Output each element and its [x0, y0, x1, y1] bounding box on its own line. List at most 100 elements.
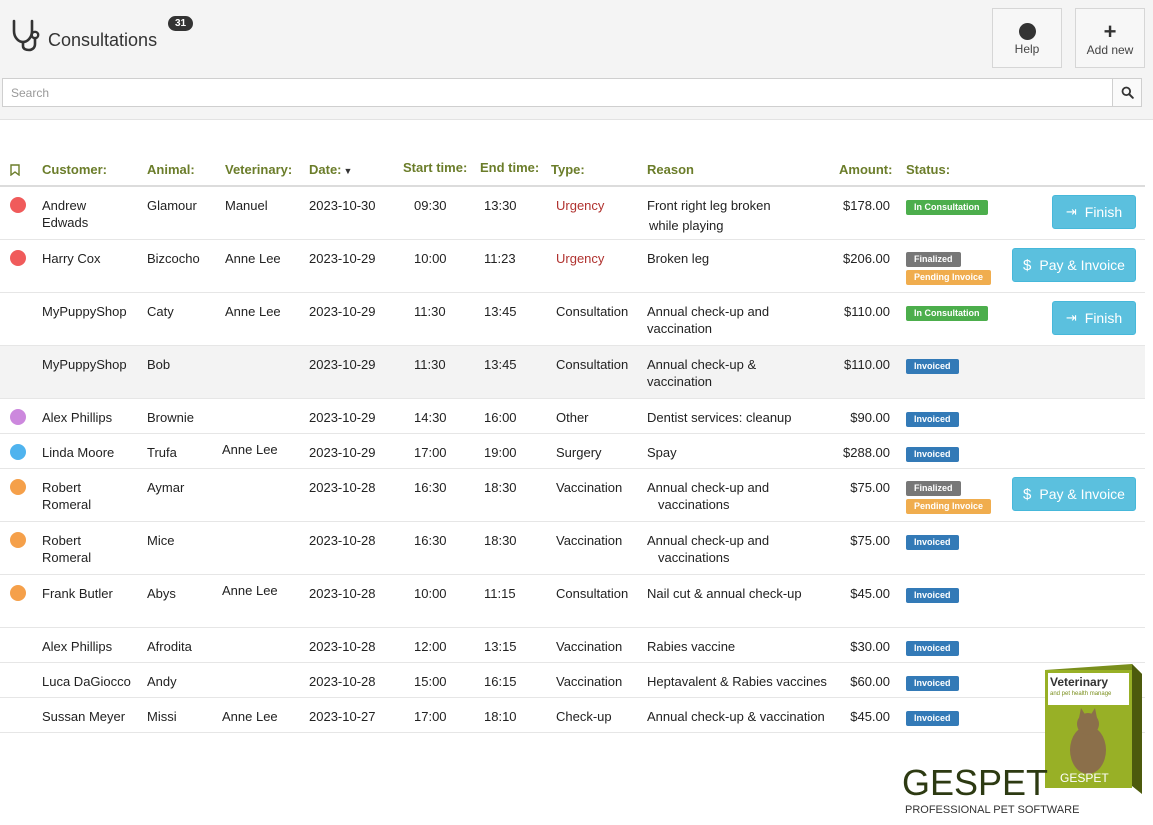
table-row[interactable]: Alex Phillips Afrodita 2023-10-28 12:00 13:1…	[0, 628, 1145, 663]
animal-cell: Caty	[147, 304, 174, 319]
end-time-cell: 13:45	[484, 304, 517, 319]
reason-line: Annual check-up & vaccination	[647, 709, 825, 724]
col-veterinary[interactable]: Veterinary:	[225, 162, 292, 177]
type-cell: Surgery	[556, 445, 602, 460]
color-dot	[10, 585, 26, 601]
veterinary-cell: Anne Lee	[222, 442, 278, 457]
sign-out-icon: ⇥	[1065, 310, 1077, 325]
table-row[interactable]: MyPuppyShop Bob 2023-10-29 11:30 13:45 Consul…	[0, 346, 1145, 399]
animal-cell: Mice	[147, 533, 175, 548]
color-dot	[10, 444, 26, 460]
animal-cell: Aymar	[147, 480, 185, 495]
reason-line: Annual check-up and	[647, 533, 770, 548]
table-row[interactable]: Robert Romeral Aymar 2023-10-28 16:30 18:30 Va…	[0, 469, 1145, 522]
type-cell: Other	[556, 410, 589, 425]
date-cell: 2023-10-30	[309, 198, 376, 213]
reason-cell: Rabies vaccine	[647, 638, 735, 655]
pay-invoice-button[interactable]: $ Pay & Invoice	[1012, 248, 1136, 282]
col-amount[interactable]: Amount:	[839, 162, 892, 177]
customer-cell: Linda Moore	[42, 444, 114, 461]
col-status[interactable]: Status:	[906, 162, 950, 177]
animal-cell: Missi	[147, 709, 177, 724]
reason-line: Nail cut & annual check-up	[647, 586, 802, 601]
stethoscope-icon	[12, 19, 40, 52]
amount-cell: $288.00	[843, 445, 890, 460]
table-row[interactable]: Frank Butler Abys Anne Lee 2023-10-28 10:00 1…	[0, 575, 1145, 628]
search-input[interactable]	[2, 78, 1113, 107]
col-type[interactable]: Type:	[551, 162, 585, 177]
col-date[interactable]: Date: ▼	[309, 162, 352, 177]
amount-cell: $110.00	[843, 357, 890, 372]
search-button[interactable]	[1112, 78, 1142, 107]
table-row[interactable]: Linda Moore Trufa Anne Lee 2023-10-29 17:00 1…	[0, 434, 1145, 469]
customer-cell: Alex Phillips	[42, 409, 112, 426]
customer-cell: Alex Phillips	[42, 638, 112, 655]
customer-name-line: Romeral	[42, 550, 92, 565]
customer-cell: MyPuppyShop	[42, 303, 127, 320]
reason-cell: Broken leg	[647, 250, 709, 267]
amount-cell: $110.00	[843, 304, 890, 319]
finish-button[interactable]: ⇥ Finish	[1052, 301, 1136, 335]
customer-name-line: MyPuppyShop	[42, 357, 127, 372]
amount-cell: $60.00	[850, 674, 890, 689]
status-badge: Finalized	[906, 252, 961, 267]
reason-cell: Annual check-up and vaccination	[647, 303, 769, 337]
reason-cell: Front right leg broken while playing	[647, 197, 771, 234]
customer-name-line: Sussan Meyer	[42, 709, 126, 724]
start-time-cell: 14:30	[414, 410, 447, 425]
reason-line: Annual check-up and	[647, 480, 770, 495]
col-start-time[interactable]: Start time:	[403, 160, 467, 175]
dollar-icon: $	[1023, 485, 1032, 503]
box-subtitle: and pet health manage	[1050, 691, 1112, 697]
col-end-time[interactable]: End time:	[480, 160, 539, 175]
action-label: Finish	[1084, 310, 1123, 326]
sign-out-icon: ⇥	[1065, 204, 1077, 219]
status-badge: Invoiced	[906, 447, 959, 462]
help-label: Help	[1014, 42, 1040, 56]
end-time-cell: 13:30	[484, 198, 517, 213]
col-animal[interactable]: Animal:	[147, 162, 195, 177]
type-cell: Consultation	[556, 357, 629, 372]
date-cell: 2023-10-28	[309, 533, 376, 548]
customer-cell: MyPuppyShop	[42, 356, 127, 373]
date-cell: 2023-10-29	[309, 304, 376, 319]
reason-cell: Nail cut & annual check-up	[647, 585, 802, 602]
bookmark-icon[interactable]	[10, 164, 20, 176]
type-cell: Consultation	[556, 586, 629, 601]
amount-cell: $45.00	[850, 709, 890, 724]
amount-cell: $30.00	[850, 639, 890, 654]
end-time-cell: 16:15	[484, 674, 517, 689]
start-time-cell: 11:30	[414, 357, 446, 372]
customer-name-line: Edwads	[42, 215, 89, 230]
type-cell: Vaccination	[556, 480, 623, 495]
start-time-cell: 10:00	[414, 586, 447, 601]
customer-cell: Sussan Meyer	[42, 708, 125, 725]
col-reason[interactable]: Reason	[647, 162, 694, 177]
customer-name-line: Luca DaGiocco	[42, 674, 131, 689]
add-new-button[interactable]: + Add new	[1075, 8, 1145, 68]
sort-down-icon: ▼	[343, 166, 353, 176]
pay-invoice-button[interactable]: $ Pay & Invoice	[1012, 477, 1136, 511]
table-row[interactable]: Robert Romeral Mice 2023-10-28 16:30 18:30 Vac…	[0, 522, 1145, 575]
date-cell: 2023-10-29	[309, 251, 376, 266]
status-badge: Invoiced	[906, 641, 959, 656]
table-row[interactable]: MyPuppyShop Caty Anne Lee 2023-10-29 11:30 13…	[0, 293, 1145, 346]
table-row[interactable]: Andrew Edwads Glamour Manuel 2023-10-30 09:30…	[0, 187, 1145, 240]
col-customer[interactable]: Customer:	[42, 162, 107, 177]
customer-cell: Robert Romeral	[42, 532, 91, 566]
consultations-table: Customer: Animal: Veterinary: Date: ▼ Sta…	[0, 150, 1145, 733]
table-row[interactable]: Harry Cox Bizcocho Anne Lee 2023-10-29 10:00…	[0, 240, 1145, 293]
animal-cell: Abys	[147, 586, 176, 601]
customer-name-line: Andrew	[42, 198, 87, 213]
amount-cell: $75.00	[850, 480, 890, 495]
status-badge: Finalized	[906, 481, 961, 496]
reason-line: vaccination	[647, 374, 713, 389]
finish-button[interactable]: ⇥ Finish	[1052, 195, 1136, 229]
customer-name-line: Harry Cox	[42, 251, 101, 266]
reason-line: while playing	[649, 218, 724, 233]
help-button[interactable]: ? Help	[992, 8, 1062, 68]
table-row[interactable]: Alex Phillips Brownie 2023-10-29 14:30 16:00…	[0, 399, 1145, 434]
start-time-cell: 10:00	[414, 251, 447, 266]
reason-line: Annual check-up and	[647, 304, 770, 319]
type-cell: Urgency	[556, 251, 605, 266]
